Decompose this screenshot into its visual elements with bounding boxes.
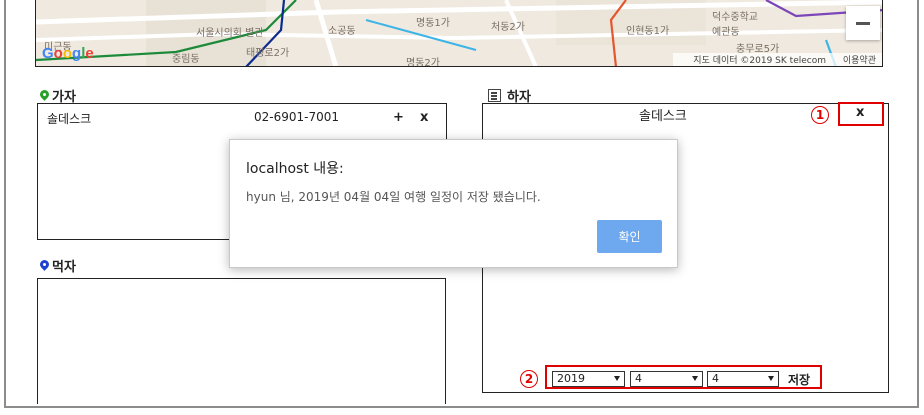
map-copyright-text: 지도 데이터 ©2019 SK telecom [693, 56, 826, 66]
map-pin-icon [40, 260, 49, 272]
map-label: 서울시의회 별관 [196, 28, 264, 39]
annotation-badge-1: 1 [811, 106, 829, 124]
gaja-remove-button[interactable]: x [420, 110, 428, 125]
dialog-title: localhost 내용: [246, 161, 344, 177]
map-label: 예관동 [712, 27, 740, 38]
map-zoom-out-button[interactable] [846, 6, 880, 40]
dialog-ok-button[interactable]: 확인 [597, 220, 662, 253]
dropdown-arrow-icon [692, 376, 698, 381]
frame-border-bottom [4, 406, 919, 408]
google-logo: Google [42, 45, 94, 62]
map-pin-icon [40, 90, 49, 102]
day-value: 4 [712, 372, 719, 385]
map-label: 덕수중학교 [712, 12, 758, 23]
dialog-message: hyun 님, 2019년 04월 04일 여행 일정이 저장 됐습니다. [246, 190, 541, 204]
dropdown-arrow-icon [768, 376, 774, 381]
map-view[interactable]: 서울시의회 별관 소공동 명동1가 처동2가 인현동1가 덕수중학교 예관동 충… [35, 0, 883, 67]
schedule-list-icon [488, 89, 501, 102]
month-select[interactable]: 4 [630, 371, 703, 387]
map-terms-link[interactable]: 이용약관 [843, 56, 876, 66]
meokja-title-text: 먹자 [52, 260, 76, 275]
meokja-list-box [37, 278, 446, 404]
map-label: 명동2가 [406, 58, 440, 67]
frame-border-right [917, 0, 919, 408]
map-label: 중림동 [172, 54, 200, 65]
map-copyright: 지도 데이터 ©2019 SK telecom 이용약관 [673, 53, 882, 66]
meokja-section-title: 먹자 [40, 256, 76, 275]
annotation-badge-2: 2 [520, 370, 538, 388]
save-button[interactable]: 저장 [788, 371, 810, 388]
year-value: 2019 [557, 372, 585, 385]
hacha-remove-button[interactable]: x [856, 105, 864, 120]
year-select[interactable]: 2019 [552, 371, 625, 387]
gaja-item-phone: 02-6901-7001 [254, 110, 340, 124]
map-label: 태평로2가 [246, 48, 290, 59]
alert-dialog: localhost 내용: hyun 님, 2019년 04월 04일 여행 일… [229, 139, 678, 268]
dropdown-arrow-icon [614, 376, 620, 381]
map-label: 처동2가 [491, 22, 525, 33]
hacha-item-name: 솔데스크 [639, 109, 687, 124]
gaja-add-button[interactable]: + [393, 110, 404, 125]
map-label: 인현동1가 [626, 26, 670, 37]
frame-border-left [4, 0, 6, 408]
map-label: 소공동 [328, 26, 356, 37]
gaja-item-name: 솔데스크 [47, 112, 92, 126]
map-label: 명동1가 [416, 18, 450, 29]
day-select[interactable]: 4 [707, 371, 779, 387]
month-value: 4 [635, 372, 642, 385]
